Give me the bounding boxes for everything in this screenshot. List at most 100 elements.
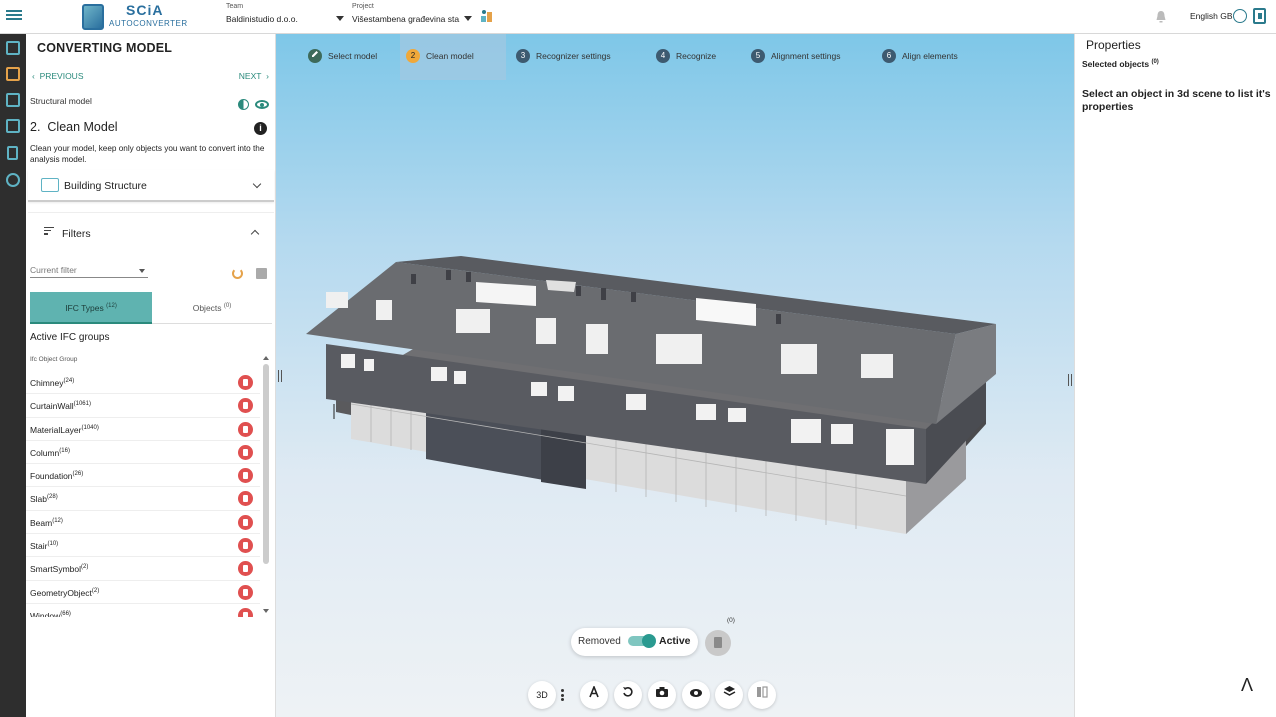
screenshot-button[interactable] [648,681,676,709]
trash-bin-icon[interactable] [705,630,731,656]
left-resize-handle[interactable] [278,370,282,382]
remove-group-icon[interactable] [238,561,253,577]
logo-subtitle: AUTOCONVERTER [109,19,188,28]
tab-objects-label: Objects [192,303,222,313]
ifc-group-row[interactable]: Window(66) [26,604,260,617]
ifc-group-row[interactable]: Foundation(26) [26,464,260,488]
ifc-group-row[interactable]: Column(16) [26,441,260,465]
building-structure-expander[interactable]: Building Structure [28,170,274,202]
wizard-step-1[interactable]: Select model [308,49,377,63]
logout-icon[interactable] [1253,8,1266,24]
panel-title: CONVERTING MODEL [37,41,173,55]
ifc-group-label: Foundation(26) [30,471,83,481]
ifc-group-count: (1040) [81,424,99,431]
split-view-button[interactable] [748,681,776,709]
remove-group-icon[interactable] [238,584,253,600]
structural-model-label: Structural model [30,96,92,106]
scrollbar-thumb[interactable] [263,364,269,564]
wizard-step-4[interactable]: 4 Recognize [656,49,716,63]
ifc-group-row[interactable]: SmartSymbol(2) [26,557,260,581]
ifc-group-label: MaterialLayer(1040) [30,425,99,435]
remove-group-icon[interactable] [238,421,253,437]
ifc-group-row[interactable]: Beam(12) [26,511,260,535]
wizard-step-5[interactable]: 5 Alignment settings [751,49,840,63]
text-label-button[interactable] [580,681,608,709]
list-scrollbar[interactable] [262,356,270,622]
more-options-icon[interactable] [561,689,565,701]
current-filter-select[interactable]: Current filter [30,262,148,278]
scroll-up-icon[interactable] [263,356,269,360]
rail-document-icon[interactable] [7,146,18,160]
ifc-group-label: Beam(12) [30,518,63,528]
info-icon[interactable]: i [254,122,267,135]
ifc-group-count: (1061) [73,401,91,408]
scroll-down-icon[interactable] [263,609,269,613]
project-label: Project [352,3,374,10]
ifc-group-label: Slab(28) [30,494,58,504]
tab-ifc-types[interactable]: IFC Types (12) [30,292,152,324]
previous-button[interactable]: ‹ PREVIOUS [32,71,84,81]
toggle-switch[interactable] [628,634,656,648]
right-resize-handle[interactable] [1068,374,1072,386]
wizard-step-2[interactable]: 2 Clean model [406,49,474,63]
remove-group-icon[interactable] [238,607,253,617]
rail-model-icon[interactable] [6,41,20,55]
collapse-caret-icon[interactable]: Λ [1241,675,1253,696]
layers-icon [723,686,735,696]
remove-group-icon[interactable] [238,491,253,507]
team-settings-icon[interactable] [480,9,494,23]
language-selector[interactable]: English GB [1190,11,1233,21]
remove-group-icon[interactable] [238,444,253,460]
contrast-icon[interactable] [238,99,249,111]
save-filter-icon[interactable] [256,268,267,279]
remove-group-icon[interactable] [238,468,253,484]
remove-group-icon[interactable] [238,375,253,390]
3d-viewport[interactable]: Select model 2 Clean model 3 Recognizer sett… [276,34,1074,717]
properties-hint: Select an object in 3d scene to list it'… [1082,88,1271,113]
wizard-step-label: Alignment settings [771,51,841,61]
camera-icon [656,687,668,697]
ifc-group-label: GeometryObject(2) [30,588,99,598]
view-3d-button[interactable]: 3D [528,681,556,709]
ifc-group-count: (2) [91,587,100,594]
filters-expander[interactable]: Filters [28,212,274,252]
step-number-badge: 3 [516,49,530,63]
removed-active-toggle[interactable]: Removed Active [571,628,698,656]
rail-analysis-icon[interactable] [6,93,20,107]
rail-converter-icon[interactable] [6,67,20,81]
ifc-group-row[interactable]: GeometryObject(2) [26,581,260,604]
reset-filter-icon[interactable] [232,268,243,279]
building-3d-model[interactable] [296,234,1006,564]
ifc-group-row[interactable]: Slab(28) [26,487,260,511]
reset-view-button[interactable] [614,681,642,709]
scia-logo: SCiA AUTOCONVERTER [82,2,187,31]
visibility-button[interactable] [682,681,710,709]
rail-structure-icon[interactable] [6,119,20,133]
rail-settings-icon[interactable] [6,173,20,187]
layers-button[interactable] [715,681,743,709]
next-button[interactable]: NEXT › [239,71,269,81]
wizard-step-3[interactable]: 3 Recognizer settings [516,49,611,63]
ifc-group-row[interactable]: Stair(10) [26,534,260,558]
visibility-eye-icon[interactable] [255,100,269,110]
ifc-group-row[interactable]: Chimney(24) [26,371,260,395]
team-select[interactable]: Team Baldinistudio d.o.o. [226,3,346,24]
ifc-group-count: (26) [72,471,84,478]
menu-icon[interactable] [6,8,22,24]
team-value: Baldinistudio d.o.o. [226,14,298,24]
step-title: Clean Model [47,120,118,134]
notification-bell-icon[interactable] [1155,10,1167,23]
remove-group-icon[interactable] [238,398,253,414]
step-done-pencil-icon [308,49,322,63]
selected-objects-count: (0) [1151,59,1159,66]
ifc-group-row[interactable]: MaterialLayer(1040) [26,418,260,441]
remove-group-icon[interactable] [238,538,253,554]
ifc-group-count: (66) [60,611,71,617]
properties-panel: Properties Selected objects (0) Select a… [1074,34,1276,717]
wizard-step-6[interactable]: 6 Align elements [882,49,958,63]
ifc-group-row[interactable]: CurtainWall(1061) [26,394,260,418]
project-select[interactable]: Project Višestambena građevina sta... [352,3,474,24]
globe-icon[interactable] [1233,9,1247,23]
tab-objects[interactable]: Objects (0) [152,292,272,324]
remove-group-icon[interactable] [238,514,253,530]
